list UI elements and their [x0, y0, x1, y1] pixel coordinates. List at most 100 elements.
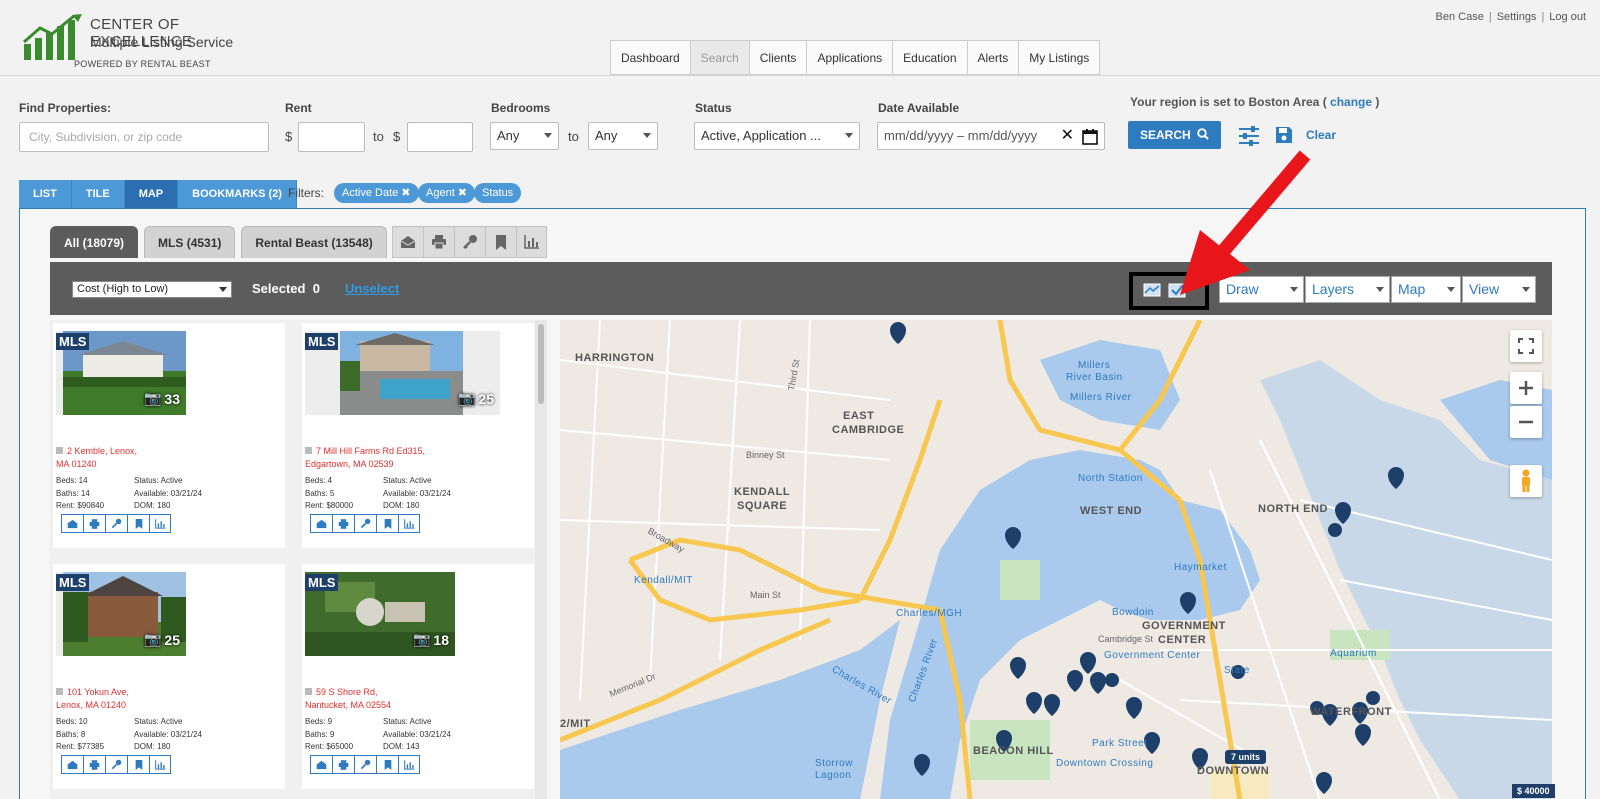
- listing-address[interactable]: 7 Mill Hill Farms Rd Ed315, Edgartown, MA…: [305, 445, 525, 471]
- sort-select[interactable]: Cost (High to Low): [72, 281, 232, 298]
- email-icon[interactable]: [61, 514, 83, 533]
- print-icon[interactable]: [423, 226, 454, 258]
- key-icon[interactable]: [105, 514, 127, 533]
- nav-tab-education[interactable]: Education: [892, 40, 967, 75]
- nav-tab-dashboard[interactable]: Dashboard: [610, 40, 690, 75]
- bedrooms-max-select[interactable]: Any: [588, 122, 658, 150]
- listing-card[interactable]: MLS 📷 25 7 Mill Hill Farms Rd Ed315, Edgar…: [302, 323, 534, 548]
- map-type-dropdown[interactable]: Map: [1391, 276, 1461, 303]
- brand-logo[interactable]: CENTER OF EXCELLENCE Multiple Listing Se…: [22, 10, 272, 72]
- view-tab-map[interactable]: MAP: [124, 180, 179, 208]
- source-tab-rental-beast[interactable]: Rental Beast (13548): [241, 226, 387, 258]
- map-message-icon[interactable]: [1143, 283, 1161, 299]
- fullscreen-button[interactable]: [1510, 330, 1542, 362]
- email-icon[interactable]: [310, 514, 332, 533]
- filter-chip-status[interactable]: Status: [474, 183, 522, 203]
- print-icon[interactable]: [83, 755, 105, 774]
- map-label-millers-river: Millers River: [1070, 392, 1132, 403]
- view-tab-bookmarks[interactable]: BOOKMARKS (2): [178, 180, 297, 208]
- clear-date-icon[interactable]: ✕: [1061, 123, 1074, 149]
- stats-chart-icon[interactable]: [149, 755, 171, 774]
- key-icon[interactable]: [354, 755, 376, 774]
- nav-tab-alerts[interactable]: Alerts: [966, 40, 1019, 75]
- listing-card[interactable]: MLS 📷 33 2 Kemble, Lenox, MA 01240 Beds: 1…: [53, 323, 285, 548]
- listing-photo[interactable]: MLS 📷 25: [305, 331, 500, 415]
- save-search-icon[interactable]: [1275, 126, 1293, 144]
- filter-chip-active-date[interactable]: Active Date ✖: [334, 183, 419, 203]
- change-region-link[interactable]: change: [1330, 95, 1372, 109]
- listing-facts: Beds: 9 Status: Active Baths: 9 Available:…: [305, 717, 451, 751]
- unselect-link[interactable]: Unselect: [345, 281, 399, 296]
- key-icon[interactable]: [454, 226, 485, 258]
- map-price-badge[interactable]: $ 40000: [1512, 784, 1555, 798]
- listing-photo[interactable]: MLS 📷 25: [56, 572, 186, 656]
- location-search-input[interactable]: City, Subdivision, or zip code: [19, 122, 269, 152]
- rent-max-input[interactable]: [407, 122, 473, 152]
- calendar-icon[interactable]: [1082, 128, 1098, 145]
- cluster-units-badge[interactable]: 7 units: [1225, 750, 1267, 764]
- listing-photo[interactable]: MLS 📷 18: [305, 572, 455, 656]
- stats-chart-icon[interactable]: [149, 514, 171, 533]
- stats-chart-icon[interactable]: [398, 514, 420, 533]
- user-name-link[interactable]: Ben Case: [1436, 11, 1484, 23]
- source-tab-all[interactable]: All (18079): [50, 226, 139, 258]
- bookmark-icon[interactable]: [127, 755, 149, 774]
- zoom-in-button[interactable]: [1510, 372, 1542, 404]
- listing-card[interactable]: MLS 📷 25 101 Yokun Ave, Lenox, MA 01240 Be…: [53, 564, 285, 789]
- print-icon[interactable]: [332, 514, 354, 533]
- camera-icon: 📷: [457, 390, 476, 406]
- listing-facts: Beds: 10 Status: Active Baths: 8 Available…: [56, 717, 202, 751]
- nav-tab-search[interactable]: Search: [689, 40, 749, 75]
- listing-scrollbar[interactable]: [535, 320, 547, 799]
- print-icon[interactable]: [83, 514, 105, 533]
- filter-chip-agent[interactable]: Agent ✖: [418, 183, 476, 203]
- listing-address[interactable]: 2 Kemble, Lenox, MA 01240: [56, 445, 276, 471]
- listing-card[interactable]: MLS 📷 18 59 S Shore Rd, Nantucket, MA 0255…: [302, 564, 534, 789]
- stats-chart-icon[interactable]: [398, 755, 420, 774]
- bookmark-icon[interactable]: [376, 514, 398, 533]
- mls-badge: MLS: [305, 333, 339, 350]
- bookmark-icon[interactable]: [376, 755, 398, 774]
- logout-link[interactable]: Log out: [1549, 11, 1586, 23]
- nav-tab-clients[interactable]: Clients: [748, 40, 807, 75]
- view-dropdown[interactable]: View: [1462, 276, 1536, 303]
- map-label-west-end: WEST END: [1080, 505, 1143, 517]
- clear-search-link[interactable]: Clear: [1306, 128, 1336, 142]
- nav-tab-applications[interactable]: Applications: [806, 40, 893, 75]
- view-tab-list[interactable]: LIST: [19, 180, 72, 208]
- email-icon[interactable]: [310, 755, 332, 774]
- bookmark-icon[interactable]: [485, 226, 516, 258]
- filter-sliders-icon[interactable]: [1238, 126, 1260, 146]
- date-range-input[interactable]: mm/dd/yyyy – mm/dd/yyyy ✕: [877, 122, 1105, 150]
- source-tab-mls[interactable]: MLS (4531): [144, 226, 236, 258]
- map-label-aquarium: Aquarium: [1330, 648, 1377, 659]
- print-icon[interactable]: [332, 755, 354, 774]
- bedrooms-min-select[interactable]: Any: [490, 122, 559, 150]
- search-button[interactable]: SEARCH: [1128, 121, 1221, 149]
- map-label-main-st: Main St: [750, 590, 781, 600]
- settings-link[interactable]: Settings: [1497, 11, 1537, 23]
- listing-address[interactable]: 59 S Shore Rd, Nantucket, MA 02554: [305, 686, 525, 712]
- map-label-millers-basin-2: River Basin: [1066, 372, 1123, 383]
- rent-min-input[interactable]: [298, 122, 365, 152]
- map-label-government-center-2: CENTER: [1158, 634, 1207, 646]
- listing-address[interactable]: 101 Yokun Ave, Lenox, MA 01240: [56, 686, 276, 712]
- view-tab-tile[interactable]: TILE: [71, 180, 125, 208]
- map-label-storrow: Storrow: [815, 758, 853, 769]
- listing-photo[interactable]: MLS 📷 33: [56, 331, 186, 415]
- stats-chart-icon[interactable]: [516, 226, 547, 258]
- bookmark-icon[interactable]: [127, 514, 149, 533]
- key-icon[interactable]: [105, 755, 127, 774]
- street-view-pegman-icon[interactable]: [1510, 465, 1542, 497]
- status-select[interactable]: Active, Application ...: [694, 122, 860, 150]
- zoom-out-button[interactable]: [1510, 406, 1542, 438]
- app-root: CENTER OF EXCELLENCE Multiple Listing Se…: [0, 0, 1600, 799]
- property-map[interactable]: HARRINGTON EAST CAMBRIDGE KENDALL SQUARE…: [560, 320, 1552, 799]
- map-label-government-center: GOVERNMENT: [1142, 620, 1226, 632]
- listing-facts: Beds: 14 Status: Active Baths: 14 Availabl…: [56, 476, 202, 510]
- email-icon[interactable]: [392, 226, 423, 258]
- key-icon[interactable]: [354, 514, 376, 533]
- map-label-park-street: Park Street: [1092, 738, 1148, 749]
- nav-tab-my-listings[interactable]: My Listings: [1018, 40, 1101, 75]
- email-icon[interactable]: [61, 755, 83, 774]
